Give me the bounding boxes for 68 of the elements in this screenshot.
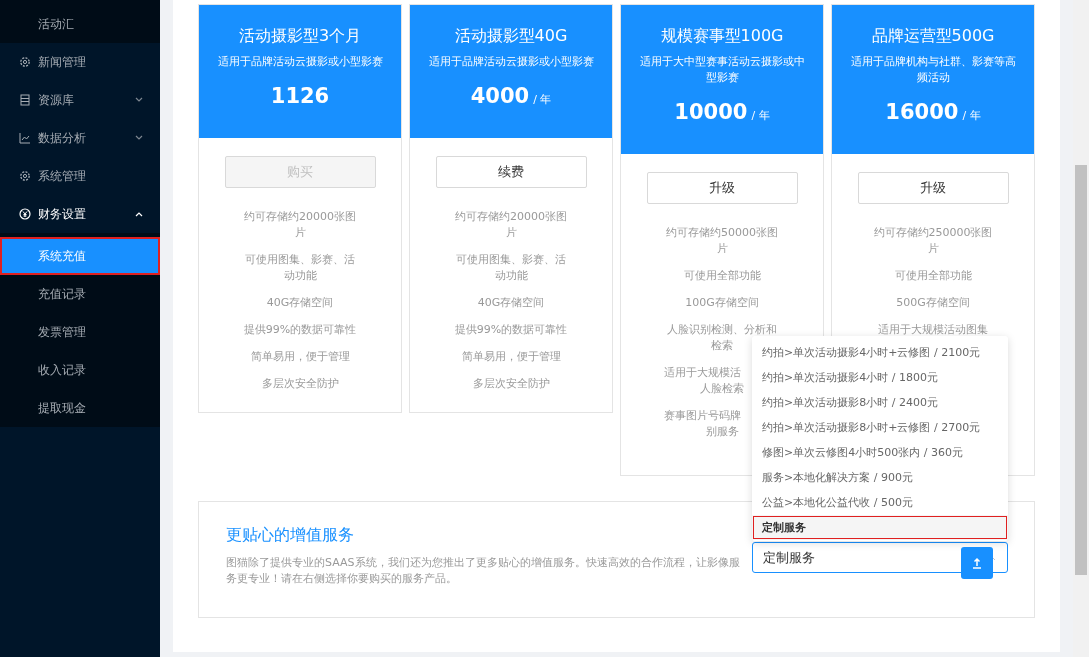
plan-feature: 适用于大规模活 [664,365,741,381]
plan-price: 4000 [470,84,530,108]
plan-price: 1126 [270,84,330,108]
caret-icon [134,135,144,141]
plan-feature: 别服务 [705,424,739,440]
plan-feature: 多层次安全防护 [472,377,550,390]
plan-feature: 可使用图集、影赛、活动功能 [456,253,566,282]
plan-subtitle: 适用于品牌机构与社群、影赛等高频活动 [849,54,1017,86]
scrollbar-thumb[interactable] [1075,165,1087,575]
plan-feature: 可使用图集、影赛、活动功能 [245,253,355,282]
sidebar-item[interactable]: 财务设置 [0,195,160,233]
plan-feature: 约可存储约250000张图片 [873,226,993,255]
back-to-top-button[interactable] [961,547,993,579]
plan-feature: 可使用全部功能 [683,269,761,282]
gear-icon [19,56,31,68]
plan-feature: 可使用全部功能 [894,269,972,282]
plan-feature: 500G存储空间 [896,296,970,309]
plan-feature: 约可存储约50000张图片 [666,226,778,255]
list-icon [19,94,31,106]
caret-icon [134,211,144,217]
line-chart-icon [19,132,31,144]
plan-feature: 约可存储约20000张图片 [244,210,356,239]
plan-title: 规模赛事型100G [659,25,785,47]
dropdown-option[interactable]: 约拍>单次活动摄影8小时+云修图 / 2700元 [752,415,1008,440]
plan-title: 活动摄影型40G [453,25,569,47]
sidebar-item[interactable]: 新闻管理 [0,43,160,81]
caret-icon [134,97,144,103]
sidebar-item[interactable]: 系统管理 [0,157,160,195]
dropdown-option[interactable]: 公益>本地化公益代收 / 500元 [752,490,1008,515]
plan-feature: 赛事图片号码牌 [664,408,741,424]
yen-icon [19,208,31,220]
plan-feature: 简单易用，便于管理 [461,350,561,363]
plan-title: 品牌运营型500G [870,25,996,47]
arrow-up-icon [970,556,984,570]
plan-feature: 提供99%的数据可靠性 [454,323,568,336]
dropdown-option[interactable]: 定制服务 [752,515,1008,540]
plan-subtitle: 适用于大中型赛事活动云摄影或中型影赛 [638,54,806,86]
plan-price: 16000 [885,100,959,124]
sidebar-subitem[interactable]: 活动汇 [0,0,160,43]
dropdown-option[interactable]: 约拍>单次活动摄影4小时 / 1800元 [752,365,1008,390]
dropdown-option[interactable]: 服务>本地化解决方案 / 900元 [752,465,1008,490]
plan-subtitle: 适用于品牌活动云摄影或小型影赛 [216,54,384,70]
plan-subtitle: 适用于品牌活动云摄影或小型影赛 [427,54,595,70]
gear-icon [19,170,31,182]
plan-button[interactable]: 升级 [857,172,1009,204]
plan-feature: 人脸检索 [700,381,744,397]
plan-feature: 约可存储约20000张图片 [455,210,567,239]
price-unit: / 年 [962,109,981,122]
plan-feature: 40G存储空间 [477,296,545,309]
plan-button[interactable]: 续费 [435,156,587,188]
plan-feature: 40G存储空间 [266,296,334,309]
plan-feature: 多层次安全防护 [261,377,339,390]
dropdown-option[interactable]: 约拍>单次活动摄影8小时 / 2400元 [752,390,1008,415]
price-unit: / 年 [751,109,770,122]
plan-price: 10000 [674,100,748,124]
sidebar-item[interactable]: 数据分析 [0,119,160,157]
dropdown-option[interactable]: 修图>单次云修图4小时500张内 / 360元 [752,440,1008,465]
plan-feature: 适用于大规模活动图集 [878,323,988,336]
plan-button[interactable]: 升级 [646,172,798,204]
price-unit: / 年 [533,93,552,106]
plan-feature: 100G存储空间 [685,296,759,309]
service-title: 更贴心的增值服务 [226,524,355,546]
service-description: 图猫除了提供专业的SAAS系统，我们还为您推出了更多贴心的增值服务。快速高效的合作流程，让影像服务更专业！请在右侧选择你要购买的服务产品。 [226,555,741,587]
plan-title: 活动摄影型3个月 [237,25,363,47]
plan-feature: 提供99%的数据可靠性 [243,323,357,336]
sidebar-item[interactable]: 资源库 [0,81,160,119]
scrollbar[interactable] [1073,0,1089,657]
plan-feature: 简单易用，便于管理 [250,350,350,363]
